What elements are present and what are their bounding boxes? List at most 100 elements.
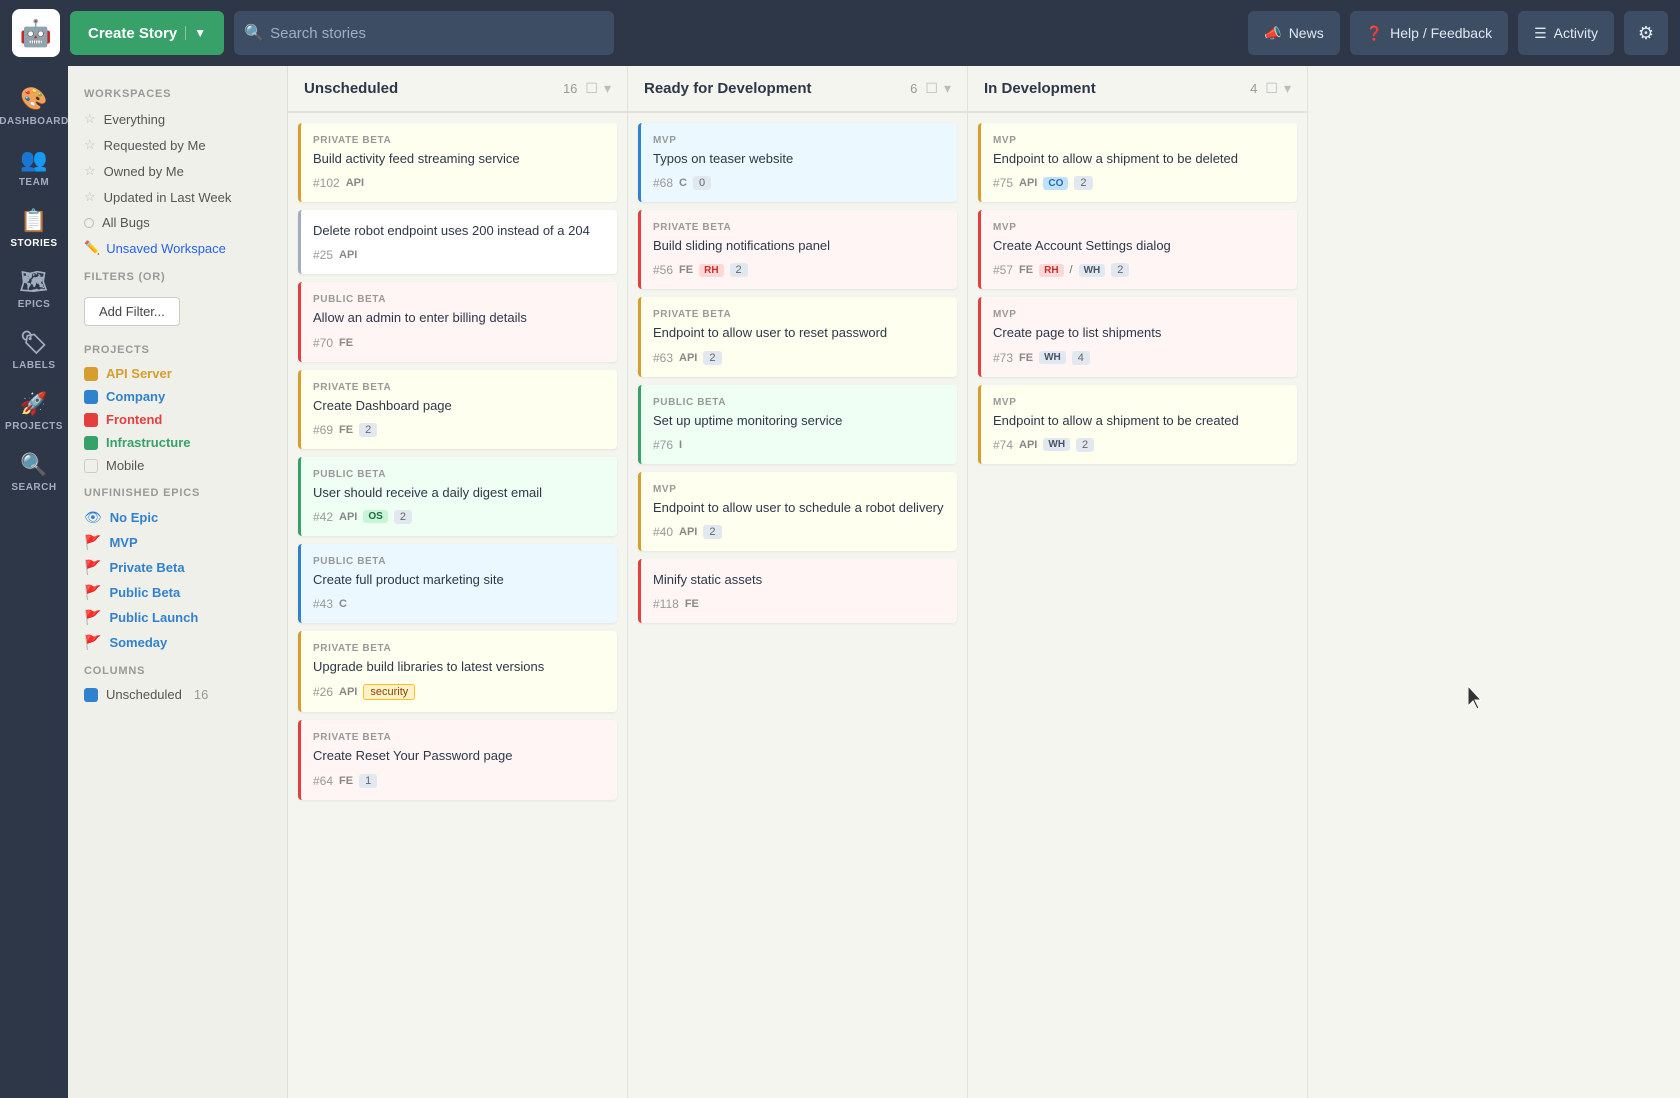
card-title: Delete robot endpoint uses 200 instead o… — [313, 222, 605, 240]
card-id: #70 — [313, 336, 333, 350]
project-checkbox-api[interactable] — [84, 367, 98, 381]
flag-icon: 🚩 — [84, 584, 101, 601]
card-102[interactable]: PRIVATE BETA Build activity feed streami… — [298, 123, 617, 202]
card-56[interactable]: PRIVATE BETA Build sliding notifications… — [638, 210, 957, 289]
card-42[interactable]: PUBLIC BETA User should receive a daily … — [298, 457, 617, 536]
card-57[interactable]: MVP Create Account Settings dialog #57 F… — [978, 210, 1297, 289]
card-75[interactable]: MVP Endpoint to allow a shipment to be d… — [978, 123, 1297, 202]
search-input[interactable] — [234, 11, 614, 55]
project-checkbox-company[interactable] — [84, 390, 98, 404]
card-70[interactable]: PUBLIC BETA Allow an admin to enter bill… — [298, 282, 617, 361]
card-project: FE — [339, 775, 353, 787]
card-title: Create Dashboard page — [313, 397, 605, 415]
column-cards-unscheduled: PRIVATE BETA Build activity feed streami… — [288, 113, 627, 1098]
card-project: API — [679, 526, 697, 538]
sidebar-item-updated-last-week[interactable]: ☆ Updated in Last Week — [68, 184, 287, 210]
column-menu-icon[interactable]: ▾ — [944, 80, 951, 97]
stories-label: STORIES — [10, 238, 57, 249]
card-title: Allow an admin to enter billing details — [313, 309, 605, 327]
epics-title: UNFINISHED EPICS — [68, 477, 287, 505]
card-epic: PUBLIC BETA — [313, 556, 605, 567]
epics-icon: 🗺 — [20, 269, 48, 295]
project-frontend-label: Frontend — [106, 412, 162, 427]
project-company[interactable]: Company — [68, 385, 287, 408]
sidebar-item-everything[interactable]: ☆ Everything — [68, 106, 287, 132]
flag-icon: 🚩 — [84, 634, 101, 651]
card-69[interactable]: PRIVATE BETA Create Dashboard page #69 F… — [298, 370, 617, 449]
project-api[interactable]: API Server — [68, 362, 287, 385]
project-checkbox-infrastructure[interactable] — [84, 436, 98, 450]
column-unscheduled-item[interactable]: Unscheduled 16 — [68, 683, 287, 706]
projects-title: PROJECTS — [68, 334, 287, 362]
sidebar-item-labels[interactable]: 🏷 LABELS — [4, 322, 64, 379]
card-68[interactable]: MVP Typos on teaser website #68 C 0 — [638, 123, 957, 202]
card-project: API — [339, 686, 357, 698]
settings-button[interactable]: ⚙ — [1624, 11, 1668, 55]
sidebar-item-search[interactable]: 🔍 SEARCH — [4, 444, 64, 501]
card-74[interactable]: MVP Endpoint to allow a shipment to be c… — [978, 385, 1297, 464]
sidebar-item-all-bugs[interactable]: All Bugs — [68, 210, 287, 235]
card-project: API — [339, 249, 357, 261]
avatar-wh: WH — [1039, 351, 1066, 364]
column-menu-icon[interactable]: ▾ — [604, 80, 611, 97]
card-count: 2 — [703, 351, 721, 365]
card-25[interactable]: Delete robot endpoint uses 200 instead o… — [298, 210, 617, 274]
project-frontend[interactable]: Frontend — [68, 408, 287, 431]
epic-no-epic[interactable]: 👁 No Epic — [68, 505, 287, 530]
column-checkbox-icon[interactable]: ☐ — [1265, 80, 1278, 97]
sidebar-item-team[interactable]: 👥 TEAM — [4, 139, 64, 196]
column-checkbox-icon[interactable]: ☐ — [585, 80, 598, 97]
labels-label: LABELS — [13, 360, 56, 371]
main-layout: 🎨 DASHBOARD 👥 TEAM 📋 STORIES 🗺 EPICS 🏷 L… — [0, 66, 1680, 1098]
column-actions-unscheduled: ☐ ▾ — [585, 80, 611, 97]
sidebar-item-projects[interactable]: 🚀 PROJECTS — [4, 383, 64, 440]
epic-public-beta[interactable]: 🚩 Public Beta — [68, 580, 287, 605]
card-title: Create page to list shipments — [993, 324, 1285, 342]
card-40[interactable]: MVP Endpoint to allow user to schedule a… — [638, 472, 957, 551]
card-64[interactable]: PRIVATE BETA Create Reset Your Password … — [298, 720, 617, 799]
card-63[interactable]: PRIVATE BETA Endpoint to allow user to r… — [638, 297, 957, 376]
help-label: Help / Feedback — [1390, 25, 1492, 41]
card-73[interactable]: MVP Create page to list shipments #73 FE… — [978, 297, 1297, 376]
project-mobile[interactable]: Mobile — [68, 454, 287, 477]
project-infrastructure[interactable]: Infrastructure — [68, 431, 287, 454]
card-118[interactable]: Minify static assets #118 FE — [638, 559, 957, 623]
sidebar-item-dashboard[interactable]: 🎨 DASHBOARD — [4, 78, 64, 135]
settings-icon: ⚙ — [1638, 23, 1654, 44]
card-title: User should receive a daily digest email — [313, 484, 605, 502]
epic-private-beta[interactable]: 🚩 Private Beta — [68, 555, 287, 580]
column-ready-for-development: Ready for Development 6 ☐ ▾ MVP Typos on… — [628, 66, 968, 1098]
unsaved-workspace-link[interactable]: ✏️ Unsaved Workspace — [68, 235, 287, 261]
column-title-ready: Ready for Development — [644, 80, 902, 97]
column-checkbox-icon[interactable]: ☐ — [925, 80, 938, 97]
column-checkbox-unscheduled[interactable] — [84, 688, 98, 702]
activity-button[interactable]: ☰ Activity — [1518, 11, 1614, 55]
sidebar-item-owned-by-me[interactable]: ☆ Owned by Me — [68, 158, 287, 184]
card-id: #118 — [653, 597, 679, 611]
column-menu-icon[interactable]: ▾ — [1284, 80, 1291, 97]
card-76[interactable]: PUBLIC BETA Set up uptime monitoring ser… — [638, 385, 957, 464]
sidebar-item-stories[interactable]: 📋 STORIES — [4, 200, 64, 257]
project-checkbox-mobile[interactable] — [84, 459, 98, 473]
card-43[interactable]: PUBLIC BETA Create full product marketin… — [298, 544, 617, 623]
epic-public-launch[interactable]: 🚩 Public Launch — [68, 605, 287, 630]
help-button[interactable]: ❓ Help / Feedback — [1350, 11, 1508, 55]
card-26[interactable]: PRIVATE BETA Upgrade build libraries to … — [298, 631, 617, 712]
project-infrastructure-label: Infrastructure — [106, 435, 191, 450]
column-unscheduled-count: 16 — [194, 687, 208, 702]
card-epic: MVP — [653, 484, 945, 495]
project-checkbox-frontend[interactable] — [84, 413, 98, 427]
add-filter-button[interactable]: Add Filter... — [84, 297, 180, 326]
card-count: 1 — [359, 774, 377, 788]
card-title: Build activity feed streaming service — [313, 150, 605, 168]
card-title: Typos on teaser website — [653, 150, 945, 168]
epic-someday[interactable]: 🚩 Someday — [68, 630, 287, 655]
epic-mvp[interactable]: 🚩 MVP — [68, 530, 287, 555]
sidebar-item-epics[interactable]: 🗺 EPICS — [4, 261, 64, 318]
column-title-unscheduled: Unscheduled — [304, 80, 555, 97]
card-title: Endpoint to allow user to schedule a rob… — [653, 499, 945, 517]
sidebar-item-requested-by-me[interactable]: ☆ Requested by Me — [68, 132, 287, 158]
news-button[interactable]: 📣 News — [1248, 11, 1339, 55]
create-story-button[interactable]: Create Story ▼ — [70, 11, 224, 55]
activity-label: Activity — [1554, 25, 1598, 41]
